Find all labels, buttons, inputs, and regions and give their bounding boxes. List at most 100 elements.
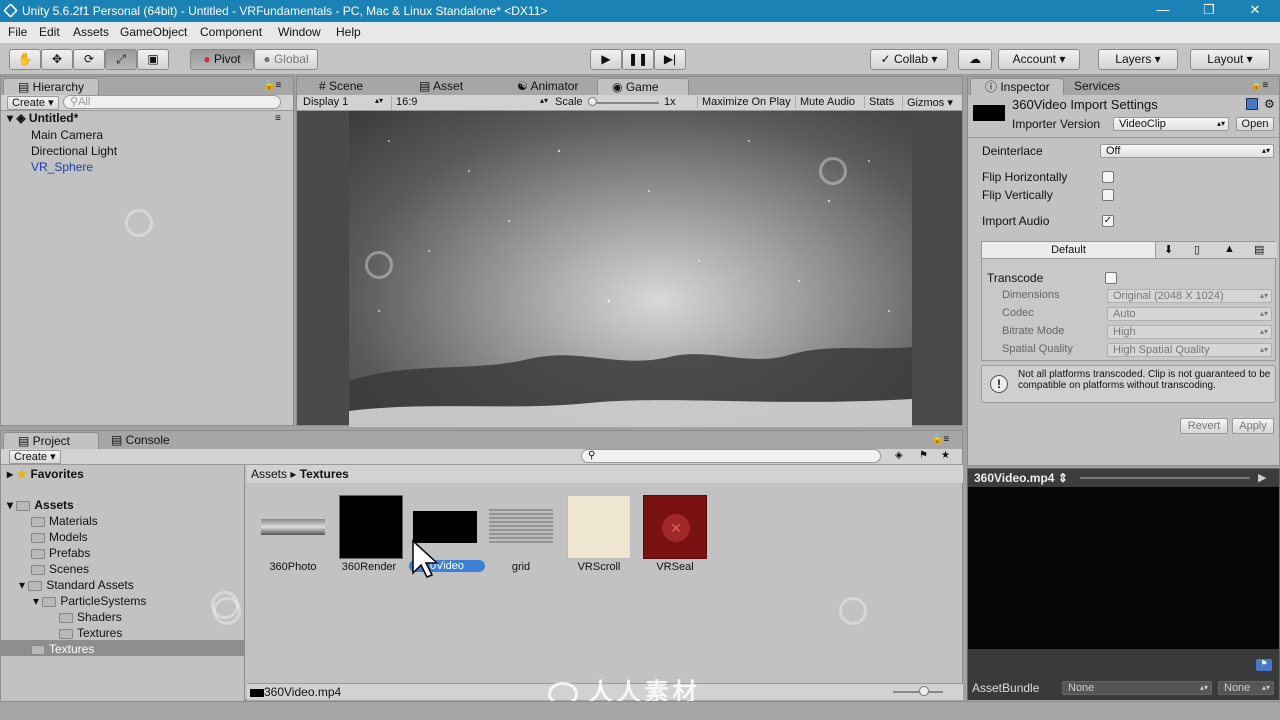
- asset-vrseal-thumb[interactable]: ✕: [643, 495, 707, 559]
- tree-item-particlesystems[interactable]: ▾ ParticleSystems: [33, 594, 146, 608]
- asset-360photo-label[interactable]: 360Photo: [255, 561, 331, 573]
- pause-button[interactable]: ❚❚: [622, 49, 654, 70]
- tab-asset-store[interactable]: ▤ Asset Store: [405, 78, 495, 110]
- tab-animator[interactable]: ☯ Animator: [503, 78, 589, 95]
- mute-audio-toggle[interactable]: Mute Audio: [795, 96, 855, 108]
- project-create-button[interactable]: Create ▾: [9, 450, 61, 464]
- transcode-checkbox[interactable]: [1105, 272, 1117, 284]
- filter-label-icon[interactable]: ⚑: [919, 450, 928, 461]
- tab-scene[interactable]: # Scene: [305, 78, 375, 95]
- deinterlace-dropdown[interactable]: Off ▴▾: [1100, 144, 1274, 158]
- hierarchy-item-main-camera[interactable]: Main Camera: [31, 128, 103, 142]
- restore-icon[interactable]: ❐: [1194, 2, 1224, 20]
- close-icon[interactable]: ✕: [1240, 2, 1270, 20]
- tree-item-scenes[interactable]: Scenes: [31, 562, 89, 576]
- project-search-input[interactable]: ⚲: [581, 449, 881, 463]
- thumbnail-size-slider[interactable]: [893, 691, 943, 693]
- asset-360render-label[interactable]: 360Render: [331, 561, 407, 573]
- minimize-icon[interactable]: —: [1148, 2, 1178, 20]
- scale-slider[interactable]: [589, 102, 659, 104]
- scene-menu-icon[interactable]: ≡: [275, 113, 281, 124]
- tree-item-shaders[interactable]: Shaders: [59, 610, 122, 624]
- flip-horizontally-checkbox[interactable]: [1102, 171, 1114, 183]
- hierarchy-search-input[interactable]: ⚲All: [63, 95, 281, 109]
- preview-play-icon[interactable]: ▶: [1258, 471, 1266, 484]
- menu-file[interactable]: File: [8, 25, 27, 39]
- display-dropdown[interactable]: Display 1 ▴▾: [303, 96, 383, 110]
- aspect-dropdown[interactable]: 16:9 ▴▾: [391, 96, 548, 110]
- tab-console[interactable]: ▤ Console: [97, 432, 187, 449]
- assetbundle-dropdown[interactable]: None ▴▾: [1062, 681, 1212, 695]
- cloud-icon[interactable]: ☁: [958, 49, 992, 70]
- scale-slider-handle[interactable]: [588, 97, 597, 106]
- stats-toggle[interactable]: Stats: [864, 96, 894, 108]
- layers-dropdown[interactable]: Layers ▾: [1098, 49, 1178, 70]
- asset-360photo-thumb[interactable]: [261, 495, 325, 559]
- tab-platform-default[interactable]: Default: [982, 242, 1156, 259]
- thumbnail-size-handle[interactable]: [919, 686, 929, 696]
- standalone-platform-icon[interactable]: ⬇: [1164, 243, 1173, 256]
- hand-tool-icon[interactable]: ✋: [9, 49, 41, 70]
- favorite-star-icon[interactable]: ★: [941, 450, 950, 461]
- android-platform-icon[interactable]: ▲: [1224, 243, 1235, 255]
- global-toggle[interactable]: ● Global: [254, 49, 318, 70]
- tree-item-standard-assets[interactable]: ▾ Standard Assets: [19, 578, 134, 592]
- revert-button[interactable]: Revert: [1180, 418, 1228, 434]
- asset-vrscroll-thumb[interactable]: [567, 495, 631, 559]
- menu-edit[interactable]: Edit: [39, 25, 60, 39]
- tab-hierarchy[interactable]: ▤ Hierarchy: [3, 78, 99, 95]
- tab-game[interactable]: ◉ Game: [597, 78, 689, 95]
- asset-360render-thumb[interactable]: [339, 495, 403, 559]
- importer-version-dropdown[interactable]: VideoClip ▴▾: [1113, 117, 1229, 131]
- scale-tool-icon[interactable]: ⤢: [105, 49, 137, 70]
- menu-window[interactable]: Window: [278, 25, 321, 39]
- hierarchy-item-directional-light[interactable]: Directional Light: [31, 144, 117, 158]
- rotate-tool-icon[interactable]: ⟳: [73, 49, 105, 70]
- pivot-toggle[interactable]: ● Pivot: [190, 49, 254, 70]
- filter-type-icon[interactable]: ◈: [895, 450, 903, 461]
- tab-project[interactable]: ▤ Project: [3, 432, 99, 449]
- layout-dropdown[interactable]: Layout ▾: [1190, 49, 1270, 70]
- menu-help[interactable]: Help: [336, 25, 361, 39]
- import-audio-checkbox[interactable]: ✓: [1102, 215, 1114, 227]
- tree-item-materials[interactable]: Materials: [31, 514, 98, 528]
- maximize-on-play-toggle[interactable]: Maximize On Play: [697, 96, 791, 108]
- menu-gameobject[interactable]: GameObject: [120, 25, 187, 39]
- tab-inspector[interactable]: ⓘ Inspector: [970, 78, 1064, 95]
- asset-grid-thumb[interactable]: [489, 495, 553, 559]
- gizmos-dropdown[interactable]: Gizmos ▾: [902, 96, 953, 109]
- tree-item-models[interactable]: Models: [31, 530, 88, 544]
- menu-assets[interactable]: Assets: [73, 25, 109, 39]
- hierarchy-create-button[interactable]: Create ▾: [7, 96, 59, 110]
- tree-item-prefabs[interactable]: Prefabs: [31, 546, 90, 560]
- lock-icon[interactable]: 🔒≡: [263, 80, 281, 91]
- breadcrumb-textures[interactable]: Textures: [300, 467, 349, 481]
- settings-gear-icon[interactable]: ⚙: [1264, 97, 1275, 111]
- menu-component[interactable]: Component: [200, 25, 262, 39]
- assetbundle-variant-dropdown[interactable]: None ▴▾: [1218, 681, 1274, 695]
- favorites-item[interactable]: ▸ ★ Favorites: [7, 467, 84, 481]
- collab-button[interactable]: ✓ Collab ▾: [870, 49, 948, 70]
- asset-vrscroll-label[interactable]: VRScroll: [561, 561, 637, 573]
- tree-item-textures-selected[interactable]: Textures: [31, 642, 94, 656]
- mobile-platform-icon[interactable]: ▯: [1194, 243, 1200, 256]
- scene-root[interactable]: ▾ ◈ Untitled*: [7, 111, 78, 125]
- play-button[interactable]: ▶: [590, 49, 622, 70]
- tree-item-textures-sub[interactable]: Textures: [59, 626, 122, 640]
- help-book-icon[interactable]: [1246, 98, 1258, 110]
- step-button[interactable]: ▶|: [654, 49, 686, 70]
- html5-platform-icon[interactable]: ▤: [1254, 243, 1264, 256]
- hierarchy-item-vr-sphere[interactable]: VR_Sphere: [31, 160, 93, 174]
- inspector-lock-icon[interactable]: 🔒≡: [1250, 80, 1268, 91]
- apply-button[interactable]: Apply: [1232, 418, 1274, 434]
- breadcrumb-assets[interactable]: Assets: [251, 467, 287, 481]
- tab-services[interactable]: Services: [1060, 78, 1140, 95]
- open-button[interactable]: Open: [1236, 117, 1274, 131]
- account-dropdown[interactable]: Account ▾: [998, 49, 1080, 70]
- asset-label-icon[interactable]: ⚑: [1256, 659, 1272, 671]
- move-tool-icon[interactable]: ✥: [41, 49, 73, 70]
- flip-vertically-checkbox[interactable]: [1102, 189, 1114, 201]
- asset-grid-label[interactable]: grid: [483, 561, 559, 573]
- project-lock-icon[interactable]: 🔒≡: [931, 434, 949, 445]
- asset-vrseal-label[interactable]: VRSeal: [637, 561, 713, 573]
